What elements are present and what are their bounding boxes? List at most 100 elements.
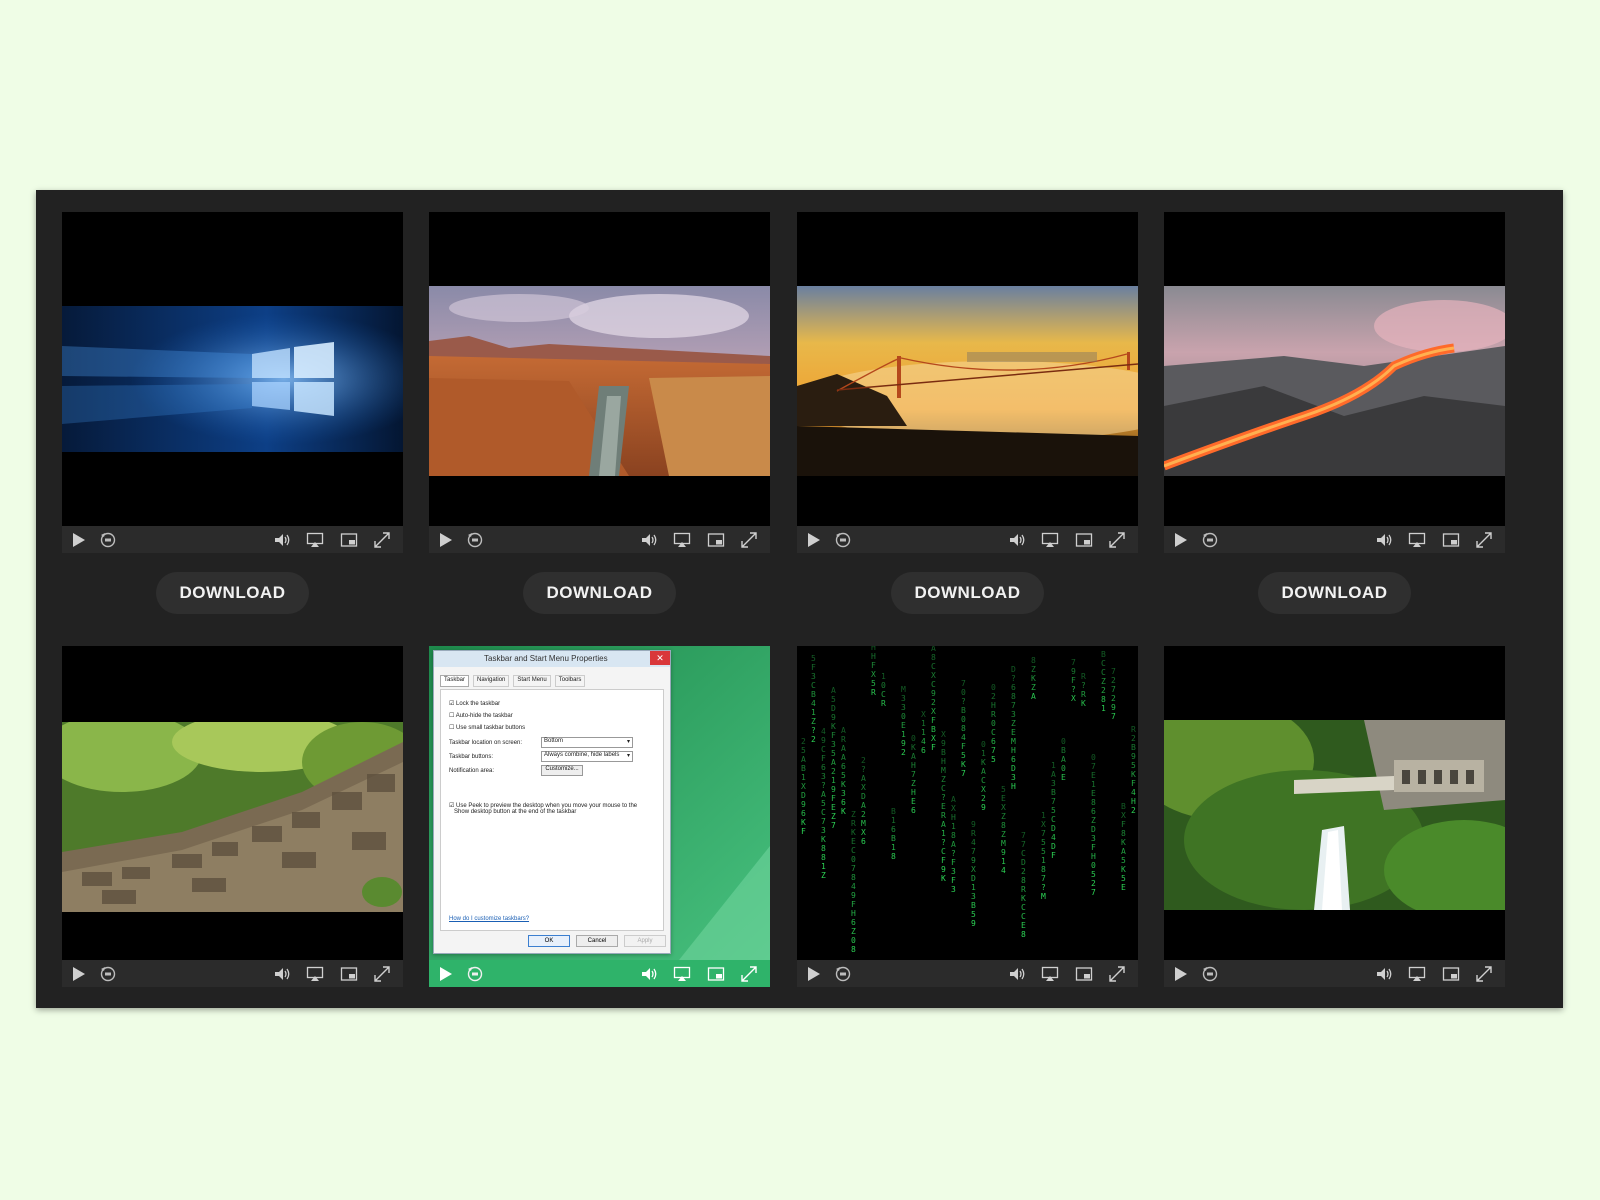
matrix-glyph: 4 <box>811 699 816 708</box>
video-player[interactable] <box>1164 212 1505 553</box>
video-player[interactable] <box>62 212 403 553</box>
close-icon[interactable]: ✕ <box>650 651 670 665</box>
replay-30-icon[interactable] <box>833 530 853 550</box>
video-screen[interactable] <box>62 212 403 526</box>
location-select[interactable]: Bottom ▾ <box>541 737 633 748</box>
volume-icon[interactable] <box>1007 964 1027 984</box>
cancel-button[interactable]: Cancel <box>576 935 618 947</box>
volume-icon[interactable] <box>1374 530 1394 550</box>
customize-button[interactable]: Customize... <box>541 765 583 776</box>
matrix-glyph: A <box>981 767 986 776</box>
fullscreen-icon[interactable] <box>739 530 759 550</box>
video-screen[interactable] <box>62 646 403 960</box>
tab-start-menu[interactable]: Start Menu <box>513 675 551 687</box>
play-icon[interactable] <box>1170 530 1190 550</box>
video-player[interactable] <box>62 646 403 987</box>
airplay-icon[interactable] <box>1040 530 1060 550</box>
replay-30-icon[interactable] <box>465 530 485 550</box>
airplay-icon[interactable] <box>672 964 692 984</box>
airplay-icon[interactable] <box>305 530 325 550</box>
video-player[interactable] <box>1164 646 1505 987</box>
notification-label: Notification area: <box>449 768 495 774</box>
airplay-icon[interactable] <box>305 964 325 984</box>
play-icon[interactable] <box>803 964 823 984</box>
play-icon[interactable] <box>803 530 823 550</box>
option-peek[interactable]: ☑ Use Peek to preview the desktop when y… <box>449 802 659 815</box>
matrix-glyph: B <box>891 834 896 843</box>
matrix-glyph: 8 <box>1011 692 1016 701</box>
download-button[interactable]: DOWNLOAD <box>1258 572 1411 614</box>
download-button[interactable]: DOWNLOAD <box>156 572 309 614</box>
fullscreen-icon[interactable] <box>1107 964 1127 984</box>
option-small-buttons[interactable]: ☐ Use small taskbar buttons <box>449 724 525 731</box>
replay-30-icon[interactable] <box>1200 530 1220 550</box>
help-link[interactable]: How do I customize taskbars? <box>449 916 529 922</box>
picture-in-picture-icon[interactable] <box>1441 530 1461 550</box>
play-icon[interactable] <box>435 530 455 550</box>
video-player[interactable] <box>429 212 770 553</box>
volume-icon[interactable] <box>1374 964 1394 984</box>
video-screen[interactable] <box>429 212 770 526</box>
picture-in-picture-icon[interactable] <box>1074 530 1094 550</box>
matrix-glyph: F <box>961 742 966 751</box>
airplay-icon[interactable] <box>672 530 692 550</box>
replay-30-icon[interactable] <box>98 530 118 550</box>
video-controls <box>429 526 770 553</box>
replay-30-icon[interactable] <box>1200 964 1220 984</box>
video-screen[interactable] <box>1164 212 1505 526</box>
replay-30-icon[interactable] <box>833 964 853 984</box>
matrix-glyph: F <box>821 754 826 763</box>
play-icon[interactable] <box>68 530 88 550</box>
matrix-glyph: F <box>801 827 806 836</box>
matrix-glyph: C <box>1021 849 1026 858</box>
video-player[interactable]: 2 5 A B 1 X D 9 6 K F 5 F 3 C B 4 1 Z? 2 4 9 C F 6 3? A 5 C 7 3 K 8 8 1 Z A 5… <box>797 646 1138 987</box>
volume-icon[interactable] <box>639 964 659 984</box>
fullscreen-icon[interactable] <box>1474 530 1494 550</box>
buttons-select[interactable]: Always combine, hide labels ▾ <box>541 751 633 762</box>
download-button[interactable]: DOWNLOAD <box>891 572 1044 614</box>
fullscreen-icon[interactable] <box>372 530 392 550</box>
ok-button[interactable]: OK <box>528 935 570 947</box>
video-screen[interactable] <box>1164 646 1505 960</box>
fullscreen-icon[interactable] <box>372 964 392 984</box>
video-screen[interactable]: 2 5 A B 1 X D 9 6 K F 5 F 3 C B 4 1 Z? 2 4 9 C F 6 3? A 5 C 7 3 K 8 8 1 Z A 5… <box>797 646 1138 960</box>
picture-in-picture-icon[interactable] <box>1074 964 1094 984</box>
replay-30-icon[interactable] <box>98 964 118 984</box>
download-button[interactable]: DOWNLOAD <box>523 572 676 614</box>
apply-button[interactable]: Apply <box>624 935 666 947</box>
volume-icon[interactable] <box>272 964 292 984</box>
play-icon[interactable] <box>435 964 455 984</box>
matrix-glyph: 7 <box>1091 888 1096 897</box>
waterfall-frame <box>1164 720 1505 910</box>
video-screen[interactable]: Taskbar and Start Menu Properties ✕ Task… <box>429 646 770 960</box>
matrix-glyph: 1 <box>1051 761 1056 770</box>
picture-in-picture-icon[interactable] <box>706 530 726 550</box>
tab-taskbar[interactable]: Taskbar <box>440 675 470 687</box>
picture-in-picture-icon[interactable] <box>1441 964 1461 984</box>
fullscreen-icon[interactable] <box>739 964 759 984</box>
picture-in-picture-icon[interactable] <box>339 964 359 984</box>
tab-toolbars[interactable]: Toolbars <box>554 675 586 687</box>
airplay-icon[interactable] <box>1407 964 1427 984</box>
replay-30-icon[interactable] <box>465 964 485 984</box>
volume-icon[interactable] <box>639 530 659 550</box>
airplay-icon[interactable] <box>1040 964 1060 984</box>
fullscreen-icon[interactable] <box>1107 530 1127 550</box>
video-player[interactable] <box>797 212 1138 553</box>
airplay-icon[interactable] <box>1407 530 1427 550</box>
video-player[interactable]: Taskbar and Start Menu Properties ✕ Task… <box>429 646 770 987</box>
picture-in-picture-icon[interactable] <box>339 530 359 550</box>
picture-in-picture-icon[interactable] <box>706 964 726 984</box>
matrix-glyph: D <box>1051 824 1056 833</box>
fullscreen-icon[interactable] <box>1474 964 1494 984</box>
matrix-glyph: C <box>931 680 936 689</box>
option-auto-hide[interactable]: ☐ Auto-hide the taskbar <box>449 712 513 719</box>
volume-icon[interactable] <box>1007 530 1027 550</box>
option-lock-taskbar[interactable]: ☑ Lock the taskbar <box>449 700 500 707</box>
tab-navigation[interactable]: Navigation <box>473 675 510 687</box>
volume-icon[interactable] <box>272 530 292 550</box>
play-icon[interactable] <box>1170 964 1190 984</box>
video-screen[interactable] <box>797 212 1138 526</box>
play-icon[interactable] <box>68 964 88 984</box>
matrix-glyph: 7 <box>821 817 826 826</box>
